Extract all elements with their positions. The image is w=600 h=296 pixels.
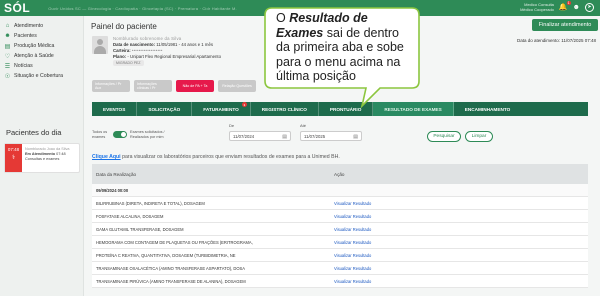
news-icon: ☰ — [4, 63, 11, 70]
view-result-link[interactable]: Visualizar Resultado — [334, 227, 371, 232]
clear-button[interactable]: Limpar — [465, 131, 493, 142]
tab-badge: 1 — [241, 102, 247, 107]
exam-name: HEMOGRAMA COM CONTAGEM DE PLAQUETAS OU F… — [96, 239, 253, 245]
page-title: Painel do paciente — [91, 22, 157, 31]
logout-icon[interactable]: ➤ — [585, 2, 594, 12]
patient-card[interactable]: 07:48 ⚕ Nomblurado Joao da Silva Em Aten… — [4, 143, 80, 173]
patient-info: Nomblurado sobrenome da Silva Data de na… — [113, 36, 221, 66]
notification-count: 1 — [566, 1, 571, 5]
sidebar-item-atencao-saude[interactable]: ♡ Atenção à Saúde — [0, 51, 83, 61]
card-number: •••••••••••••••••• — [131, 48, 163, 53]
view-result-link[interactable]: Visualizar Resultado — [334, 279, 371, 284]
table-row: PROTEÍNA C REATIVA, QUANTITATIVA, DOSAGE… — [92, 249, 588, 262]
top-nav-blurred: Ouvir Unidos SC — Ginecologia · Cardiopa… — [48, 5, 237, 11]
exam-scope-toggle[interactable] — [113, 131, 127, 138]
date-to-input[interactable]: 11/07/2025 ▤ — [300, 131, 362, 141]
patient-alert-chips: Informações / Pr Aux Informações clínica… — [92, 80, 256, 92]
exam-name: TRANSAMINASE PIRÚVICA (AMINO TRANSFERASE… — [96, 278, 246, 284]
calendar-icon[interactable]: ▤ — [282, 134, 287, 140]
patient-card-info: Nomblurado Joao da Silva Em Atendimento … — [25, 147, 70, 161]
plan-name: - Unipart Flex Regional Empresarial Apar… — [127, 54, 221, 59]
chip-info-aux[interactable]: Informações / Pr Aux — [92, 80, 130, 92]
status-badge: MIGRADO PEZ — [113, 60, 144, 66]
exam-name: TRANSAMINASE OXALACÉTICA (AMINO TRANSFER… — [96, 265, 245, 271]
table-row: HEMOGRAMA COM CONTAGEM DE PLAQUETAS OU F… — [92, 236, 588, 249]
tab-faturamento[interactable]: FATURAMENTO 1 — [192, 102, 251, 116]
ate-label: Até — [300, 123, 307, 128]
exam-filter-toggle: Todos os exames Exames solicitados / Rea… — [92, 130, 176, 139]
de-label: De — [229, 123, 235, 128]
toggle-left-label: Todos os exames — [92, 130, 108, 139]
patient-card-status: Em Atendimento — [25, 152, 56, 156]
bell-icon[interactable]: 🔔 1 — [559, 1, 571, 11]
sidebar-item-atendimento[interactable]: ⌂ Atendimento — [0, 21, 83, 31]
col-action-header: Ação — [334, 171, 345, 177]
table-row: TRANSAMINASE OXALACÉTICA (AMINO TRANSFER… — [92, 262, 588, 275]
exam-name: PROTEÍNA C REATIVA, QUANTITATIVA, DOSAGE… — [96, 252, 236, 258]
toggle-right-label: Exames solicitados / Realizados por mim — [130, 130, 165, 139]
user-role: Médico Cooperado — [520, 7, 554, 12]
user-info[interactable]: Medico Consulta Médico Cooperado — [520, 2, 554, 12]
doctor-icon: ⚕ — [11, 155, 16, 161]
birth-date: 11/05/1981 - 44 anos e 1 mês — [156, 42, 214, 47]
patient-time: 07:48 ⚕ — [5, 144, 22, 172]
view-result-link[interactable]: Visualizar Resultado — [334, 240, 371, 245]
view-result-link[interactable]: Visualizar Resultado — [334, 253, 371, 258]
table-row: BILIRRUBINAS (DIRETA, INDIRETA E TOTAL),… — [92, 197, 588, 210]
sol-logo[interactable]: SÓL — [4, 1, 30, 15]
search-button[interactable]: Pesquisar — [427, 131, 461, 142]
exam-name: FOSFATASE ALCALINA, DOSAGEM — [96, 213, 164, 219]
home-icon: ⌂ — [5, 23, 10, 29]
sidebar: ⌂ Atendimento ☻ Pacientes ▤ Produção Méd… — [0, 16, 84, 296]
table-date-group: 09/09/2024 00:00 — [92, 184, 588, 197]
col-date-header: Data da Realização — [96, 171, 137, 177]
shield-icon: ☉ — [4, 73, 11, 80]
calendar-icon[interactable]: ▤ — [353, 134, 358, 140]
tab-encaminhamento[interactable]: ENCAMINHAMENTO — [454, 102, 522, 116]
exam-name: BILIRRUBINAS (DIRETA, INDIRETA E TOTAL),… — [96, 200, 205, 206]
table-row: TRANSAMINASE PIRÚVICA (AMINO TRANSFERASE… — [92, 275, 588, 288]
partner-labs-hint: Clique Aqui para visualizar os laboratór… — [92, 154, 340, 160]
view-result-link[interactable]: Visualizar Resultado — [334, 266, 371, 271]
top-right-area: Medico Consulta Médico Cooperado 🔔 1 ☻ ➤ — [520, 1, 594, 12]
pacientes-do-dia-title: Pacientes do dia — [6, 128, 62, 137]
table-header: Data da Realização Ação — [92, 164, 588, 184]
sidebar-item-noticias[interactable]: ☰ Notícias — [0, 61, 83, 71]
annotation-text: O Resultado de Exames sai de dentro da p… — [276, 11, 404, 83]
chip-pa-alert[interactable]: Não de PA + Ta — [176, 80, 214, 92]
finalize-button[interactable]: Finalizar atendimento — [532, 19, 598, 31]
avatar — [92, 36, 108, 54]
clique-aqui-link[interactable]: Clique Aqui — [92, 154, 121, 160]
users-icon: ☻ — [4, 33, 11, 39]
visit-date: Data do atendimento: 11/07/2025 07:48 — [517, 38, 596, 43]
exam-name: GAMA GLUTAMIL TRANSFERASE, DOSAGEM — [96, 226, 184, 232]
view-result-link[interactable]: Visualizar Resultado — [334, 201, 371, 206]
tab-eventos[interactable]: EVENTOS — [92, 102, 138, 116]
tab-solicitacao[interactable]: SOLICITAÇÃO — [137, 102, 193, 116]
chip-relacao[interactable]: Relação Questões — [218, 80, 256, 92]
sidebar-item-producao-medica[interactable]: ▤ Produção Médica — [0, 41, 83, 51]
user-icon[interactable]: ☻ — [573, 4, 580, 11]
table-row: GAMA GLUTAMIL TRANSFERASE, DOSAGEM Visua… — [92, 223, 588, 236]
chip-info-clinica[interactable]: Informações clínicas / Pr — [134, 80, 172, 92]
sidebar-item-situacao-cobertura[interactable]: ☉ Situação e Cobertura — [0, 71, 83, 81]
heart-icon: ♡ — [4, 53, 11, 60]
table-row: FOSFATASE ALCALINA, DOSAGEM Visualizar R… — [92, 210, 588, 223]
patient-card-exams: Consultas e exames — [25, 157, 60, 161]
exam-results-table: Data da Realização Ação 09/09/2024 00:00… — [92, 164, 588, 288]
view-result-link[interactable]: Visualizar Resultado — [334, 214, 371, 219]
sidebar-item-pacientes[interactable]: ☻ Pacientes — [0, 31, 83, 41]
chart-icon: ▤ — [4, 43, 11, 50]
date-from-input[interactable]: 11/07/2024 ▤ — [229, 131, 291, 141]
